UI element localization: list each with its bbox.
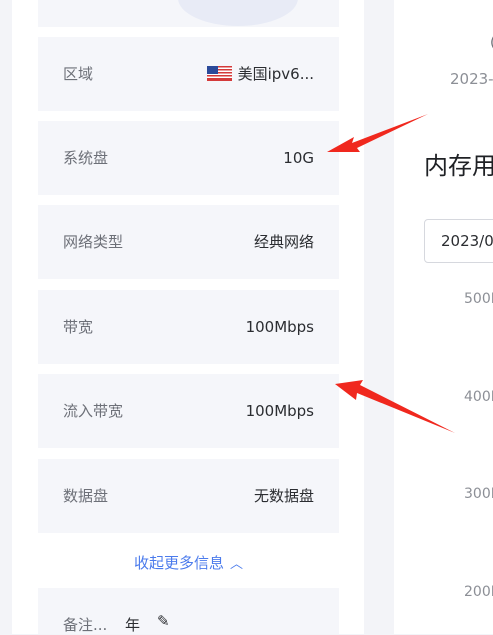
detail-label: 区域 xyxy=(63,65,94,83)
detail-label: 带宽 xyxy=(63,318,94,336)
monitoring-panel: ( 2023-0 内存用 2023/0 500M 400M 300M 200M xyxy=(394,0,493,634)
detail-value: 美国ipv6... xyxy=(206,37,314,111)
created-date: 2023-0 xyxy=(450,70,493,88)
detail-row-region: 区域 美国ipv6... xyxy=(38,37,339,111)
y-axis-tick: 400M xyxy=(464,389,493,405)
date-range-input[interactable]: 2023/0 xyxy=(424,219,493,263)
chevron-up-icon: ︿ xyxy=(230,557,244,572)
collapse-label: 收起更多信息 xyxy=(133,554,224,572)
y-axis-tick: 500M xyxy=(464,291,493,307)
header-card xyxy=(38,0,339,27)
detail-row-bandwidth: 带宽 100Mbps xyxy=(38,290,339,364)
detail-label: 网络类型 xyxy=(63,233,124,251)
collapse-more-info-link[interactable]: 收起更多信息 ︿ xyxy=(38,552,339,573)
detail-row-remark: 备注... 年 ✎ xyxy=(38,588,339,634)
detail-label: 数据盘 xyxy=(63,487,109,505)
detail-value: 10G xyxy=(283,149,314,167)
pencil-icon[interactable]: ✎ xyxy=(157,612,170,630)
detail-row-network-type: 网络类型 经典网络 xyxy=(38,205,339,279)
decorative-illustration xyxy=(178,0,298,26)
remark-label: 备注... xyxy=(63,616,108,634)
detail-row-system-disk: 系统盘 10G xyxy=(38,121,339,195)
y-axis-tick: 200M xyxy=(464,584,493,600)
detail-row-data-disk: 数据盘 无数据盘 xyxy=(38,459,339,533)
detail-value: 100Mbps xyxy=(245,402,314,420)
detail-label: 系统盘 xyxy=(63,149,109,167)
region-value: 美国ipv6... xyxy=(237,65,314,83)
memory-chart-title: 内存用 xyxy=(424,152,493,180)
detail-label: 流入带宽 xyxy=(63,402,124,420)
y-axis-tick: 300M xyxy=(464,486,493,502)
detail-row-inbound-bandwidth: 流入带宽 100Mbps xyxy=(38,374,339,448)
remark-value: 年 xyxy=(125,616,141,634)
us-flag-icon xyxy=(206,66,232,81)
detail-value: 经典网络 xyxy=(253,233,314,251)
detail-value: 无数据盘 xyxy=(253,487,314,505)
detail-value: 100Mbps xyxy=(245,318,314,336)
